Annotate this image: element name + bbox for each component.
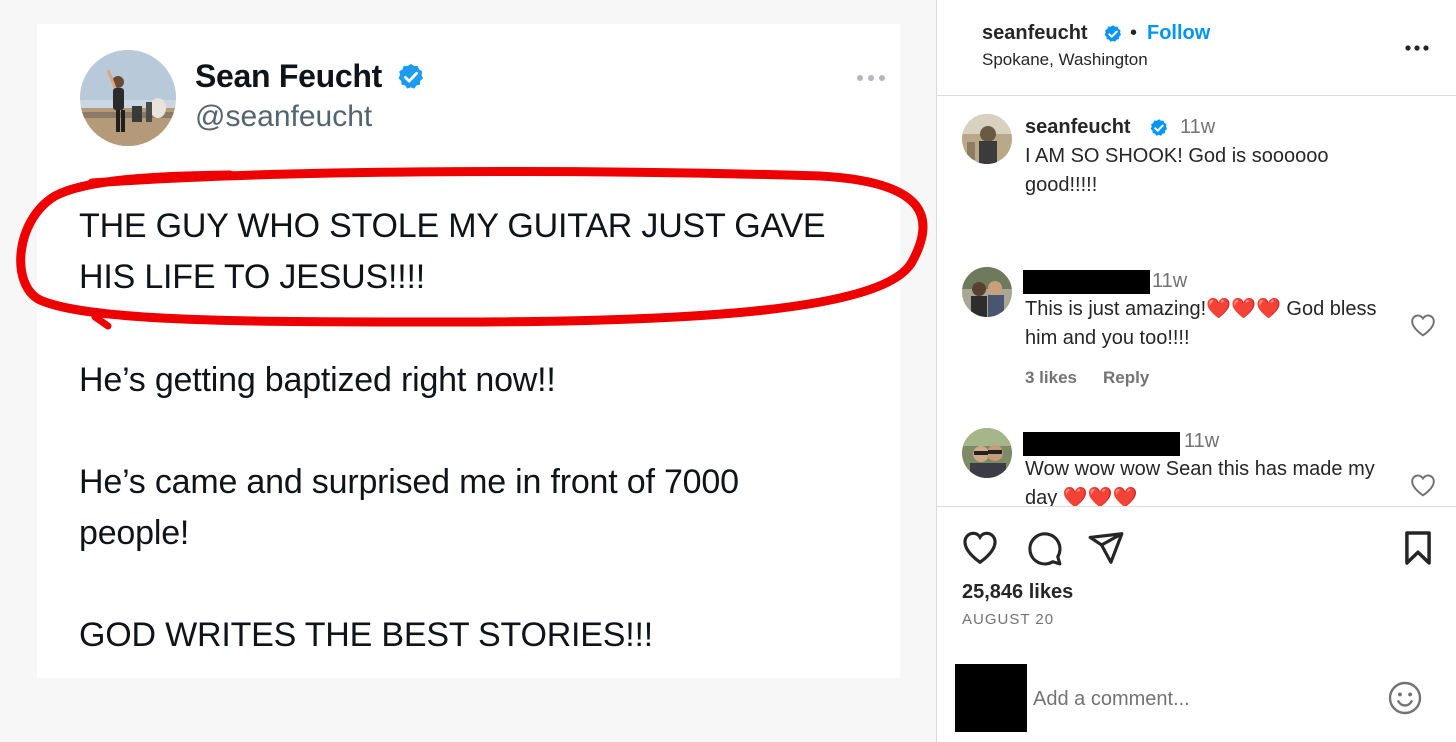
- comment-text: This is just amazing!❤️❤️❤️ God bless hi…: [1025, 298, 1377, 349]
- add-comment-input[interactable]: [1033, 684, 1363, 714]
- reply-button[interactable]: Reply: [1103, 368, 1149, 388]
- follow-button[interactable]: Follow: [1147, 22, 1210, 45]
- instagram-panel: seanfeucht • Follow Spokane, Washington …: [936, 0, 1456, 742]
- comment-text: Wow wow wow Sean this has made my day ❤️…: [1025, 458, 1375, 506]
- post-date[interactable]: AUGUST 20: [962, 611, 1054, 628]
- likes-count[interactable]: 25,846 likes: [962, 581, 1073, 604]
- share-send-icon[interactable]: [1087, 529, 1125, 567]
- header-separator: •: [1130, 22, 1138, 44]
- caption-avatar[interactable]: [962, 114, 1012, 164]
- more-options-icon[interactable]: [855, 64, 887, 92]
- add-comment-bar: [937, 654, 1456, 742]
- header-location[interactable]: Spokane, Washington: [982, 50, 1148, 70]
- comment-timestamp[interactable]: 11w: [1184, 430, 1219, 453]
- comment-avatar[interactable]: [962, 267, 1012, 317]
- comment-bubble-icon[interactable]: [1025, 529, 1063, 567]
- comment-avatar[interactable]: [962, 428, 1012, 478]
- like-heart-icon[interactable]: [961, 529, 999, 567]
- header-username[interactable]: seanfeucht: [982, 22, 1088, 45]
- tweet-display-name[interactable]: Sean Feucht: [195, 58, 382, 95]
- verified-badge-icon: [398, 63, 423, 89]
- redacted-username: [1023, 270, 1150, 294]
- caption-text: I AM SO SHOOK! God is soooooo good!!!!!: [1025, 145, 1329, 196]
- redacted-username: [1023, 432, 1180, 456]
- verified-badge-icon: [1150, 119, 1167, 136]
- tweet-handle[interactable]: @seanfeucht: [195, 100, 372, 134]
- more-options-icon[interactable]: [1403, 38, 1431, 58]
- post-image: Sean Feucht @seanfeucht THE GUY WHO STOL…: [0, 0, 936, 742]
- comments-section[interactable]: seanfeucht 11w I AM SO SHOOK! God is soo…: [937, 96, 1456, 506]
- caption-timestamp[interactable]: 11w: [1180, 116, 1215, 139]
- tweet-text-line-5: people!: [79, 514, 190, 552]
- post-header: seanfeucht • Follow Spokane, Washington: [937, 0, 1456, 96]
- comment-likes[interactable]: 3 likes: [1025, 368, 1077, 388]
- tweet-text-line-3: He’s getting baptized right now!!: [79, 361, 556, 399]
- action-bar: 25,846 likes AUGUST 20: [937, 506, 1456, 654]
- like-comment-icon[interactable]: [1410, 473, 1436, 497]
- redacted-avatar: [955, 664, 1027, 732]
- caption-username[interactable]: seanfeucht: [1025, 116, 1131, 139]
- tweet-text-line-1: THE GUY WHO STOLE MY GUITAR JUST GAVE: [79, 207, 826, 245]
- tweet-text-line-2: HIS LIFE TO JESUS!!!!: [79, 258, 425, 296]
- tweet-text-line-4: He’s came and surprised me in front of 7…: [79, 463, 739, 501]
- save-bookmark-icon[interactable]: [1399, 529, 1437, 567]
- tweet-text-line-6: GOD WRITES THE BEST STORIES!!!: [79, 616, 653, 654]
- comment-timestamp[interactable]: 11w: [1152, 270, 1187, 293]
- like-comment-icon[interactable]: [1410, 313, 1436, 337]
- emoji-icon[interactable]: [1387, 680, 1423, 716]
- verified-badge-icon: [1104, 25, 1121, 42]
- tweet-avatar: [80, 50, 176, 146]
